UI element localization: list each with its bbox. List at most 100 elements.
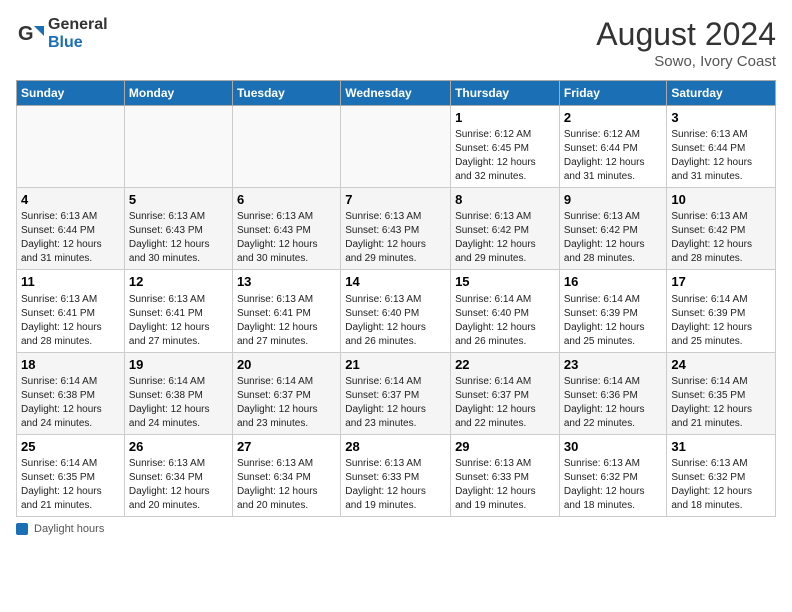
cell-date: 18 <box>21 356 120 374</box>
logo-text: General Blue <box>48 16 108 52</box>
cell-info: Sunrise: 6:14 AMSunset: 6:36 PMDaylight:… <box>564 375 663 431</box>
calendar-cell: 3Sunrise: 6:13 AMSunset: 6:44 PMDaylight… <box>667 106 776 188</box>
logo-icon: G <box>16 20 44 48</box>
cell-date: 11 <box>21 273 120 291</box>
calendar-week-3: 11 Sunrise: 6:13 AMSunset: 6:41 PMDayligh… <box>17 270 776 352</box>
column-header-sunday: Sunday <box>17 81 125 106</box>
cell-info: Sunrise: 6:13 AMSunset: 6:34 PMDaylight:… <box>129 457 228 513</box>
calendar-cell: 31Sunrise: 6:13 AMSunset: 6:32 PMDayligh… <box>667 434 776 516</box>
cell-date: 20 <box>237 356 336 374</box>
calendar-cell: 2Sunrise: 6:12 AMSunset: 6:44 PMDaylight… <box>559 106 667 188</box>
calendar-cell: 27Sunrise: 6:13 AMSunset: 6:34 PMDayligh… <box>232 434 340 516</box>
calendar-cell: 21Sunrise: 6:14 AMSunset: 6:37 PMDayligh… <box>341 352 451 434</box>
calendar-cell: 7Sunrise: 6:13 AMSunset: 6:43 PMDaylight… <box>341 188 451 270</box>
cell-info: Sunrise: 6:14 AMSunset: 6:37 PMDaylight:… <box>345 375 446 431</box>
cell-info: Sunrise: 6:13 AMSunset: 6:33 PMDaylight:… <box>455 457 555 513</box>
cell-info: Sunrise: 6:13 AMSunset: 6:42 PMDaylight:… <box>671 210 771 266</box>
calendar-cell: 17 Sunrise: 6:14 AMSunset: 6:39 PMDayligh… <box>667 270 776 352</box>
cell-info: Sunrise: 6:14 AMSunset: 6:38 PMDaylight:… <box>21 375 120 431</box>
cell-info: Sunrise: 6:13 AMSunset: 6:34 PMDaylight:… <box>237 457 336 513</box>
cell-date: 21 <box>345 356 446 374</box>
calendar-cell: 12 Sunrise: 6:13 AMSunset: 6:41 PMDayligh… <box>124 270 232 352</box>
cell-info: Sunrise: 6:13 AMSunset: 6:41 PMDaylight:… <box>237 293 336 349</box>
calendar-cell: 15Sunrise: 6:14 AMSunset: 6:40 PMDayligh… <box>451 270 560 352</box>
cell-info: Sunrise: 6:12 AMSunset: 6:44 PMDaylight:… <box>564 128 663 184</box>
cell-date: 19 <box>129 356 228 374</box>
svg-text:G: G <box>18 23 34 45</box>
title-block: August 2024 Sowo, Ivory Coast <box>596 16 776 70</box>
calendar-cell: 20Sunrise: 6:14 AMSunset: 6:37 PMDayligh… <box>232 352 340 434</box>
cell-info: Sunrise: 6:13 AMSunset: 6:32 PMDaylight:… <box>564 457 663 513</box>
month-year: August 2024 <box>596 16 776 53</box>
footer: Daylight hours <box>16 523 776 535</box>
calendar-week-5: 25Sunrise: 6:14 AMSunset: 6:35 PMDayligh… <box>17 434 776 516</box>
cell-info: Sunrise: 6:13 AMSunset: 6:33 PMDaylight:… <box>345 457 446 513</box>
calendar-cell: 19Sunrise: 6:14 AMSunset: 6:38 PMDayligh… <box>124 352 232 434</box>
cell-info: Sunrise: 6:13 AMSunset: 6:41 PMDaylight:… <box>21 293 120 349</box>
cell-info: Sunrise: 6:12 AMSunset: 6:45 PMDaylight:… <box>455 128 555 184</box>
cell-date: 29 <box>455 438 555 456</box>
calendar-cell <box>17 106 125 188</box>
cell-info: Sunrise: 6:13 AMSunset: 6:40 PMDaylight:… <box>345 293 446 349</box>
cell-info: Sunrise: 6:14 AMSunset: 6:37 PMDaylight:… <box>455 375 555 431</box>
cell-date: 24 <box>671 356 771 374</box>
calendar-cell <box>124 106 232 188</box>
column-header-thursday: Thursday <box>451 81 560 106</box>
calendar-cell: 26Sunrise: 6:13 AMSunset: 6:34 PMDayligh… <box>124 434 232 516</box>
cell-date: 14 <box>345 273 446 291</box>
calendar-cell: 1Sunrise: 6:12 AMSunset: 6:45 PMDaylight… <box>451 106 560 188</box>
calendar-cell: 9Sunrise: 6:13 AMSunset: 6:42 PMDaylight… <box>559 188 667 270</box>
calendar-cell <box>341 106 451 188</box>
cell-info: Sunrise: 6:13 AMSunset: 6:41 PMDaylight:… <box>129 293 228 349</box>
daylight-icon <box>16 523 28 535</box>
calendar-week-1: 1Sunrise: 6:12 AMSunset: 6:45 PMDaylight… <box>17 106 776 188</box>
calendar-header-row: SundayMondayTuesdayWednesdayThursdayFrid… <box>17 81 776 106</box>
cell-date: 1 <box>455 109 555 127</box>
calendar-cell: 14 Sunrise: 6:13 AMSunset: 6:40 PMDayligh… <box>341 270 451 352</box>
cell-info: Sunrise: 6:14 AMSunset: 6:35 PMDaylight:… <box>671 375 771 431</box>
calendar-cell <box>232 106 340 188</box>
column-header-monday: Monday <box>124 81 232 106</box>
cell-info: Sunrise: 6:13 AMSunset: 6:42 PMDaylight:… <box>564 210 663 266</box>
cell-info: Sunrise: 6:14 AMSunset: 6:40 PMDaylight:… <box>455 293 555 349</box>
cell-info: Sunrise: 6:14 AMSunset: 6:37 PMDaylight:… <box>237 375 336 431</box>
column-header-friday: Friday <box>559 81 667 106</box>
cell-date: 31 <box>671 438 771 456</box>
cell-info: Sunrise: 6:14 AMSunset: 6:39 PMDaylight:… <box>671 293 771 349</box>
calendar-cell: 28Sunrise: 6:13 AMSunset: 6:33 PMDayligh… <box>341 434 451 516</box>
calendar-cell: 30Sunrise: 6:13 AMSunset: 6:32 PMDayligh… <box>559 434 667 516</box>
cell-date: 26 <box>129 438 228 456</box>
calendar-table: SundayMondayTuesdayWednesdayThursdayFrid… <box>16 80 776 517</box>
footer-label: Daylight hours <box>34 523 104 535</box>
cell-info: Sunrise: 6:14 AMSunset: 6:39 PMDaylight:… <box>564 293 663 349</box>
header: G General Blue August 2024 Sowo, Ivory C… <box>16 16 776 70</box>
calendar-week-4: 18Sunrise: 6:14 AMSunset: 6:38 PMDayligh… <box>17 352 776 434</box>
calendar-cell: 16 Sunrise: 6:14 AMSunset: 6:39 PMDayligh… <box>559 270 667 352</box>
cell-date: 8 <box>455 191 555 209</box>
cell-date: 12 <box>129 273 228 291</box>
column-header-tuesday: Tuesday <box>232 81 340 106</box>
page: G General Blue August 2024 Sowo, Ivory C… <box>0 0 792 545</box>
cell-info: Sunrise: 6:13 AMSunset: 6:43 PMDaylight:… <box>237 210 336 266</box>
cell-date: 16 <box>564 273 663 291</box>
calendar-cell: 5Sunrise: 6:13 AMSunset: 6:43 PMDaylight… <box>124 188 232 270</box>
cell-date: 9 <box>564 191 663 209</box>
cell-info: Sunrise: 6:14 AMSunset: 6:35 PMDaylight:… <box>21 457 120 513</box>
cell-info: Sunrise: 6:13 AMSunset: 6:32 PMDaylight:… <box>671 457 771 513</box>
cell-date: 2 <box>564 109 663 127</box>
calendar-cell: 10Sunrise: 6:13 AMSunset: 6:42 PMDayligh… <box>667 188 776 270</box>
cell-date: 25 <box>21 438 120 456</box>
cell-date: 7 <box>345 191 446 209</box>
cell-info: Sunrise: 6:13 AMSunset: 6:43 PMDaylight:… <box>129 210 228 266</box>
calendar-cell: 25Sunrise: 6:14 AMSunset: 6:35 PMDayligh… <box>17 434 125 516</box>
cell-date: 5 <box>129 191 228 209</box>
cell-date: 13 <box>237 273 336 291</box>
cell-date: 10 <box>671 191 771 209</box>
calendar-cell: 11 Sunrise: 6:13 AMSunset: 6:41 PMDayligh… <box>17 270 125 352</box>
cell-date: 3 <box>671 109 771 127</box>
calendar-cell: 22Sunrise: 6:14 AMSunset: 6:37 PMDayligh… <box>451 352 560 434</box>
logo: G General Blue <box>16 16 108 52</box>
cell-info: Sunrise: 6:13 AMSunset: 6:43 PMDaylight:… <box>345 210 446 266</box>
calendar-cell: 29Sunrise: 6:13 AMSunset: 6:33 PMDayligh… <box>451 434 560 516</box>
cell-date: 17 <box>671 273 771 291</box>
